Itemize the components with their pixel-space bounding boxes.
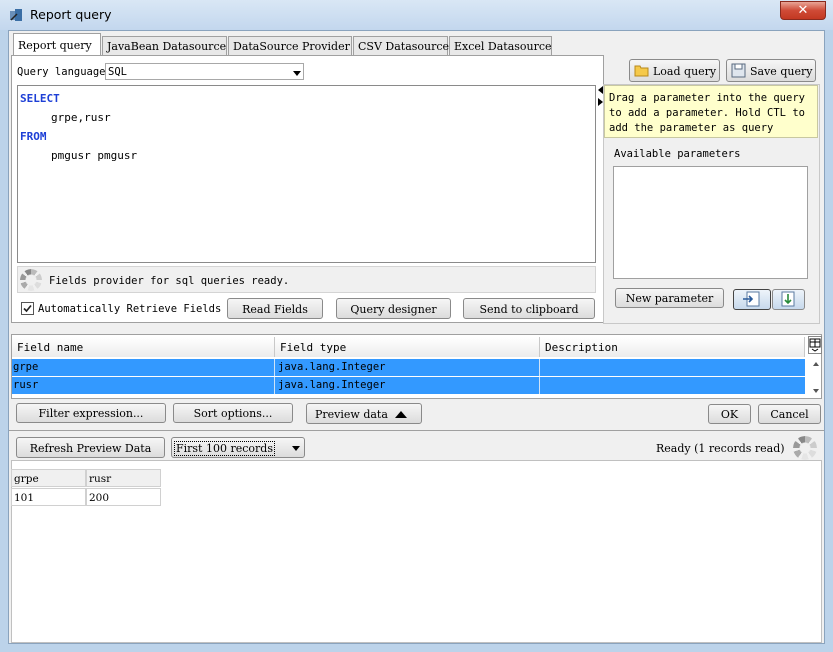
preview-data-button[interactable]: Preview data [306,403,422,424]
available-parameters-label: Available parameters [614,148,741,160]
cancel-button[interactable]: Cancel [758,404,821,424]
preview-cell[interactable]: 101 [11,488,86,506]
loading-spinner-icon [793,436,817,460]
divider [9,430,824,431]
query-language-value: SQL [108,66,127,78]
import-parameter-button[interactable] [772,289,805,310]
loading-spinner-icon [20,269,42,291]
table-row[interactable]: grpe java.lang.Integer [12,359,805,376]
save-icon [731,63,747,78]
scroll-up-icon[interactable] [813,362,819,366]
field-name-cell: grpe [12,359,275,376]
sql-keyword-from: FROM [20,130,47,143]
tab-javabean-datasource[interactable]: JavaBean Datasource [102,36,227,55]
refresh-preview-button[interactable]: Refresh Preview Data [16,437,165,458]
chevron-down-icon [292,446,300,451]
ok-button[interactable]: OK [708,404,751,424]
read-fields-button[interactable]: Read Fields [227,298,323,319]
available-parameters-list[interactable] [613,166,808,279]
table-row[interactable]: rusr java.lang.Integer [12,377,805,394]
parameters-hint: Drag a parameter into the query to add a… [604,85,818,138]
column-header-description[interactable]: Description [540,337,805,357]
tab-csv-datasource[interactable]: CSV Datasource [353,36,449,55]
save-query-button[interactable]: Save query [726,59,816,82]
send-to-clipboard-button[interactable]: Send to clipboard [463,298,595,319]
load-query-label: Load query [653,65,717,78]
field-name-cell: rusr [12,377,275,394]
field-description-cell [540,359,805,376]
field-type-cell: java.lang.Integer [275,377,540,394]
tab-excel-datasource[interactable]: Excel Datasource [449,36,552,55]
title-bar[interactable] [0,0,833,30]
chevron-down-icon [293,71,301,76]
scroll-down-icon[interactable] [813,389,819,393]
window-title: Report query [30,7,112,22]
column-chooser-button[interactable] [808,336,822,354]
status-text: Fields provider for sql queries ready. [49,275,290,287]
sql-select-fields: grpe,rusr [51,111,111,124]
auto-retrieve-label: Automatically Retrieve Fields [38,303,222,315]
parameter-add-icon [743,291,760,307]
ready-status: Ready (1 records read) [656,442,785,455]
query-designer-button[interactable]: Query designer [336,298,451,319]
column-header-field-type[interactable]: Field type [275,337,540,357]
close-icon: ✕ [797,3,809,18]
preview-cell[interactable]: 200 [86,488,161,506]
query-language-select[interactable]: SQL [105,63,304,80]
folder-icon [634,63,650,78]
close-button[interactable]: ✕ [780,1,826,20]
sql-editor[interactable]: SELECT grpe,rusr FROM pmgusr pmgusr [17,85,596,263]
filter-expression-button[interactable]: Filter expression... [16,403,166,423]
new-parameter-button[interactable]: New parameter [615,288,724,308]
preview-data-label: Preview data [315,408,388,421]
app-icon [9,8,24,23]
fields-provider-status: Fields provider for sql queries ready. [17,266,596,293]
query-language-label: Query language [17,66,106,78]
load-query-button[interactable]: Load query [629,59,720,82]
records-limit-select[interactable]: First 100 records [171,437,305,458]
column-chooser-icon [809,338,821,352]
preview-column-header[interactable]: rusr [86,469,161,487]
save-query-label: Save query [750,65,813,78]
records-limit-value: First 100 records [174,441,275,456]
chevron-up-icon [395,411,407,418]
preview-column-header[interactable]: grpe [11,469,86,487]
field-description-cell [540,377,805,394]
tab-report-query[interactable]: Report query [13,33,101,56]
sql-from-table: pmgusr pmgusr [51,149,138,162]
add-parameter-button[interactable] [733,289,771,310]
field-type-cell: java.lang.Integer [275,359,540,376]
tab-datasource-provider[interactable]: DataSource Provider [228,36,352,55]
sort-options-button[interactable]: Sort options... [173,403,293,423]
parameter-import-icon [781,291,795,307]
sql-keyword-select: SELECT [20,92,60,105]
column-header-field-name[interactable]: Field name [12,337,275,357]
checkmark-icon [23,304,32,313]
auto-retrieve-checkbox[interactable] [21,302,34,315]
